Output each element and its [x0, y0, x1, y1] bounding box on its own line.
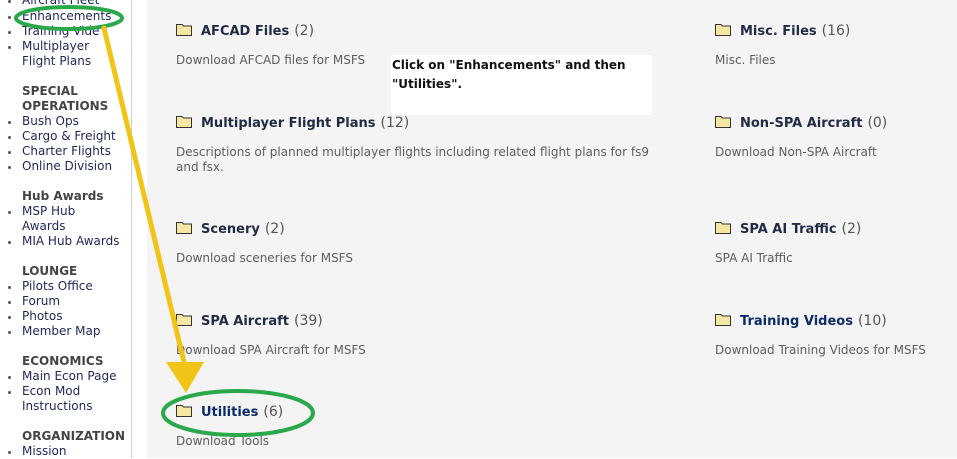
category-description: Download Tools [176, 434, 270, 448]
bullet-icon [8, 31, 11, 34]
bullet-icon [8, 376, 11, 379]
sidebar-nav: Aircraft Fleet Enhancements Training Vid… [0, 0, 132, 458]
bullet-icon [8, 316, 11, 319]
sidebar-item-label-cont[interactable]: Flight Plans [22, 54, 91, 69]
sidebar-item-label-cont[interactable]: Instructions [22, 399, 92, 414]
bullet-icon [8, 136, 11, 139]
folder-icon [715, 222, 731, 234]
bullet-icon [8, 286, 11, 289]
category-link[interactable]: Scenery (2) [176, 221, 285, 237]
bullet-icon [8, 211, 11, 214]
category-link[interactable]: Multiplayer Flight Plans (12) [176, 115, 409, 131]
section-heading-special: SPECIAL [22, 84, 78, 98]
section-heading-hub-awards: Hub Awards [22, 189, 104, 203]
bullet-icon [8, 121, 11, 124]
bullet-icon [8, 391, 11, 394]
folder-icon [176, 24, 192, 36]
folder-icon [715, 116, 731, 128]
folder-icon [176, 405, 192, 417]
category-description: Download SPA Aircraft for MSFS [176, 343, 366, 357]
instruction-line: Click on "Enhancements" and then [392, 58, 626, 72]
section-heading-organization: ORGANIZATION [22, 429, 126, 443]
section-heading-operations: OPERATIONS [22, 99, 109, 113]
category-link[interactable]: AFCAD Files (2) [176, 23, 314, 39]
category-description: Descriptions of planned multiplayer flig… [176, 145, 649, 159]
category-description: SPA AI Traffic [715, 251, 793, 265]
bullet-icon [8, 451, 11, 454]
category-link[interactable]: SPA AI Traffic (2) [715, 221, 861, 237]
section-heading-lounge: LOUNGE [22, 264, 78, 278]
category-link[interactable]: SPA Aircraft (39) [176, 313, 323, 329]
category-description: Download AFCAD files for MSFS [176, 53, 366, 67]
folder-icon [176, 116, 192, 128]
category-description: Misc. Files [715, 53, 776, 67]
instruction-callout: Click on "Enhancements" and then "Utilit… [391, 55, 652, 115]
category-description: Download sceneries for MSFS [176, 251, 353, 265]
bullet-icon [8, 301, 11, 304]
folder-icon [715, 24, 731, 36]
bullet-icon [8, 241, 11, 244]
folder-icon [715, 314, 731, 326]
bullet-icon [8, 46, 11, 49]
category-link[interactable]: Non-SPA Aircraft (0) [715, 115, 887, 131]
bullet-icon [8, 151, 11, 154]
category-link[interactable]: Utilities (6) [176, 404, 283, 420]
folder-icon [176, 314, 192, 326]
bullet-icon [8, 16, 11, 19]
folder-icon [176, 222, 192, 234]
bullet-icon [8, 331, 11, 334]
sidebar-item-label-cont[interactable]: Awards [22, 219, 65, 234]
category-link[interactable]: Misc. Files (16) [715, 23, 850, 39]
category-description: Download Non-SPA Aircraft [715, 145, 877, 159]
category-description: Download Training Videos for MSFS [715, 343, 926, 357]
section-heading-economics: ECONOMICS [22, 354, 104, 368]
bullet-icon [8, 166, 11, 169]
category-description-cont: and fsx. [176, 160, 224, 174]
instruction-line: "Utilities". [392, 77, 463, 91]
bullet-icon [8, 0, 11, 3]
category-link[interactable]: Training Videos (10) [715, 313, 887, 329]
